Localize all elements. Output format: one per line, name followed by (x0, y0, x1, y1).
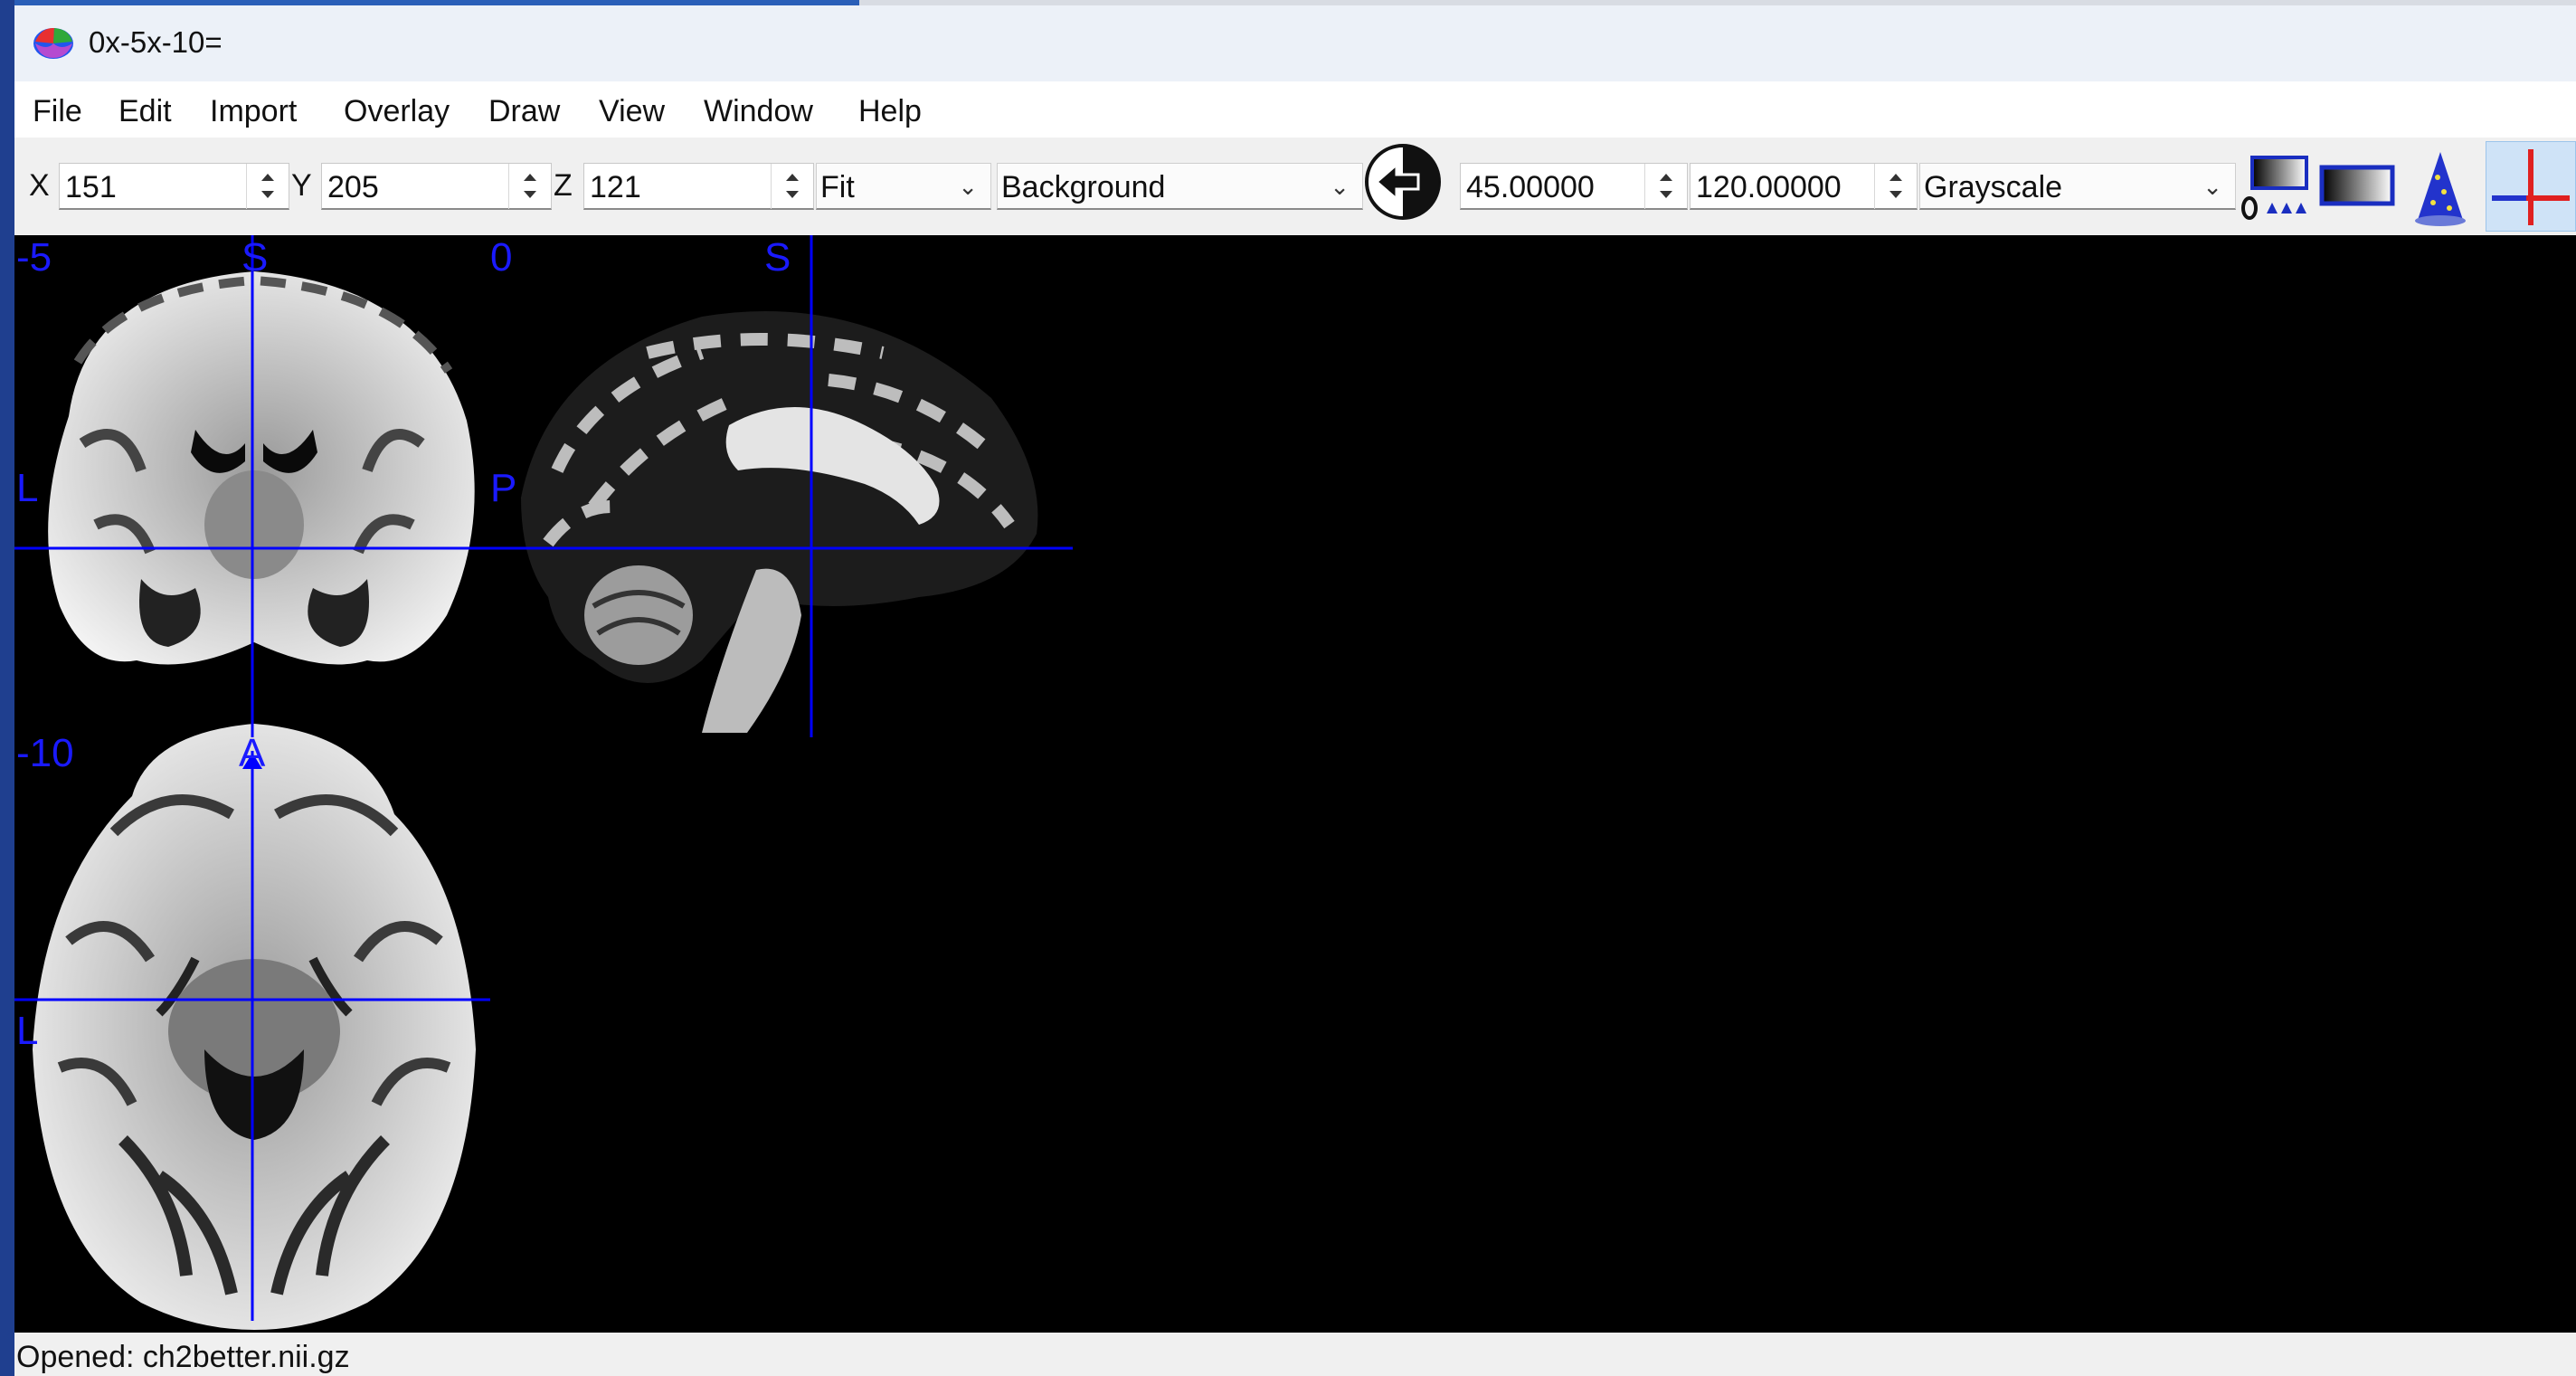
crosshair-icon (2492, 149, 2570, 225)
layer-value: Background (1001, 170, 1166, 204)
menu-overlay[interactable]: Overlay (344, 94, 450, 129)
brain-app-icon (33, 27, 73, 59)
x-coordinate-spinbox[interactable]: 151 (59, 163, 289, 210)
x-spin-arrows[interactable] (246, 164, 289, 209)
brain-slices (14, 235, 1073, 1330)
menu-file[interactable]: File (33, 94, 82, 129)
window-max-value: 120.00000 (1696, 170, 1842, 204)
coronal-slice (48, 271, 475, 665)
colormap-value: Grayscale (1924, 170, 2063, 204)
histogram-threshold-icon[interactable] (2241, 154, 2314, 223)
swap-direction-icon[interactable] (1362, 141, 1444, 223)
image-viewer[interactable]: -5 S L 0 S P -10 A L (14, 235, 2576, 1333)
window-min-value: 45.00000 (1466, 170, 1595, 204)
window-max-spin-arrows[interactable] (1874, 164, 1917, 209)
menu-draw[interactable]: Draw (488, 94, 560, 129)
crosshair-toggle-button[interactable] (2486, 141, 2576, 232)
app-window: 0x-5x-10= File Edit Import Overlay Draw … (14, 5, 2576, 1376)
status-bar: Opened: ch2better.nii.gz (14, 1333, 2576, 1376)
sagittal-slice-label: 0 (490, 235, 513, 280)
title-bar: 0x-5x-10= (14, 5, 2576, 81)
axial-left-label: L (16, 1009, 39, 1053)
window-title: 0x-5x-10= (89, 25, 223, 59)
toolbar: X 151 Y 205 Z 121 Fit ⌄ Background ⌄ 45.… (14, 138, 2576, 235)
x-label: X (29, 168, 50, 203)
axial-slice-label: -10 (16, 731, 74, 775)
layer-select[interactable]: Background ⌄ (997, 163, 1363, 210)
x-value: 151 (65, 170, 117, 204)
status-text: Opened: ch2better.nii.gz (16, 1340, 350, 1374)
sagittal-slice (521, 311, 1038, 733)
coronal-left-label: L (16, 466, 39, 510)
y-spin-arrows[interactable] (508, 164, 551, 209)
chevron-down-icon: ⌄ (2202, 173, 2222, 200)
z-label: Z (554, 168, 573, 203)
sagittal-left-label: P (490, 466, 517, 510)
y-coordinate-spinbox[interactable]: 205 (321, 163, 552, 210)
wizard-hat-icon[interactable] (2413, 150, 2467, 226)
window-min-spinbox[interactable]: 45.00000 (1460, 163, 1688, 210)
window-max-spinbox[interactable]: 120.00000 (1690, 163, 1918, 210)
y-label: Y (291, 168, 312, 203)
menu-bar: File Edit Import Overlay Draw View Windo… (14, 81, 2576, 138)
colormap-select[interactable]: Grayscale ⌄ (1919, 163, 2236, 210)
menu-window[interactable]: Window (704, 94, 813, 129)
chevron-down-icon: ⌄ (958, 173, 978, 200)
sagittal-top-label: S (764, 235, 791, 280)
window-min-spin-arrows[interactable] (1644, 164, 1687, 209)
menu-edit[interactable]: Edit (118, 94, 172, 129)
axial-top-label: A (239, 731, 266, 775)
menu-help[interactable]: Help (858, 94, 922, 129)
z-value: 121 (590, 170, 641, 204)
colorbar-icon[interactable] (2319, 165, 2395, 206)
desktop-left-strip (0, 0, 14, 1376)
y-value: 205 (327, 170, 379, 204)
coronal-top-label: S (242, 235, 269, 280)
z-spin-arrows[interactable] (771, 164, 813, 209)
axial-slice (33, 724, 476, 1330)
chevron-down-icon: ⌄ (1330, 173, 1350, 200)
z-coordinate-spinbox[interactable]: 121 (583, 163, 814, 210)
menu-import[interactable]: Import (210, 94, 297, 129)
zoom-select[interactable]: Fit ⌄ (816, 163, 991, 210)
zoom-value: Fit (820, 170, 855, 204)
coronal-slice-label: -5 (16, 235, 52, 280)
menu-view[interactable]: View (599, 94, 665, 129)
